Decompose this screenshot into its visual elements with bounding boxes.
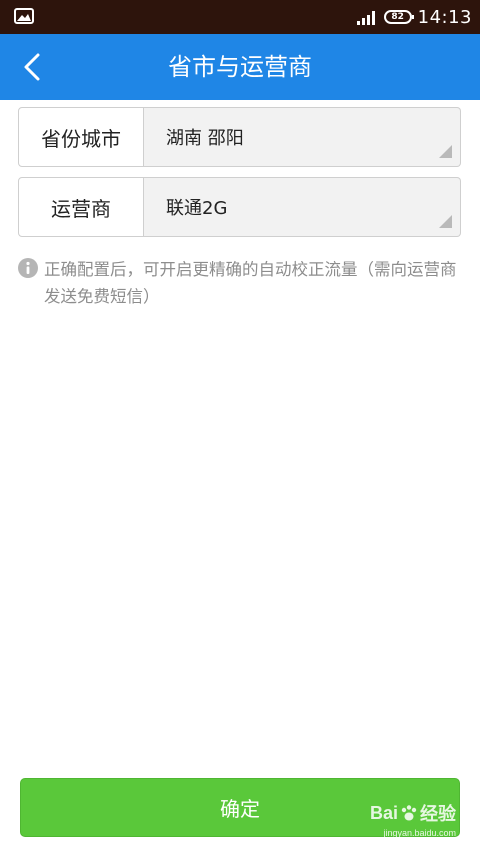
carrier-select[interactable]: 联通2G [144,177,461,237]
info-icon [18,258,38,278]
paw-icon [401,805,417,821]
info-text: 正确配置后，可开启更精确的自动校正流量（需向运营商发送免费短信） [44,260,457,306]
signal-icon [356,11,375,25]
watermark: Bai 经验 jingyan.baidu.com [369,800,456,839]
region-select[interactable]: 湖南 邵阳 [144,107,461,167]
app-header: 省市与运营商 [0,34,480,100]
status-right: 82 14:13 [356,0,472,34]
status-bar: 82 14:13 [0,0,480,34]
watermark-brand: Bai [369,802,398,823]
region-row: 省份城市 湖南 邵阳 [18,107,461,167]
page-title: 省市与运营商 [168,53,312,81]
carrier-label: 运营商 [18,177,144,237]
region-label: 省份城市 [18,107,144,167]
status-time: 14:13 [417,6,472,28]
dropdown-corner-icon [439,145,452,158]
image-icon [14,8,34,24]
carrier-row: 运营商 联通2G [18,177,461,237]
battery-icon: 82 [383,10,414,24]
carrier-value: 联通2G [166,198,228,219]
info-line: 正确配置后，可开启更精确的自动校正流量（需向运营商发送免费短信） [18,256,463,310]
watermark-url: jingyan.baidu.com [383,828,456,838]
battery-level: 82 [391,12,404,22]
dropdown-corner-icon [439,215,452,228]
watermark-brand-cn: 经验 [420,804,456,824]
region-value: 湖南 邵阳 [166,128,244,149]
